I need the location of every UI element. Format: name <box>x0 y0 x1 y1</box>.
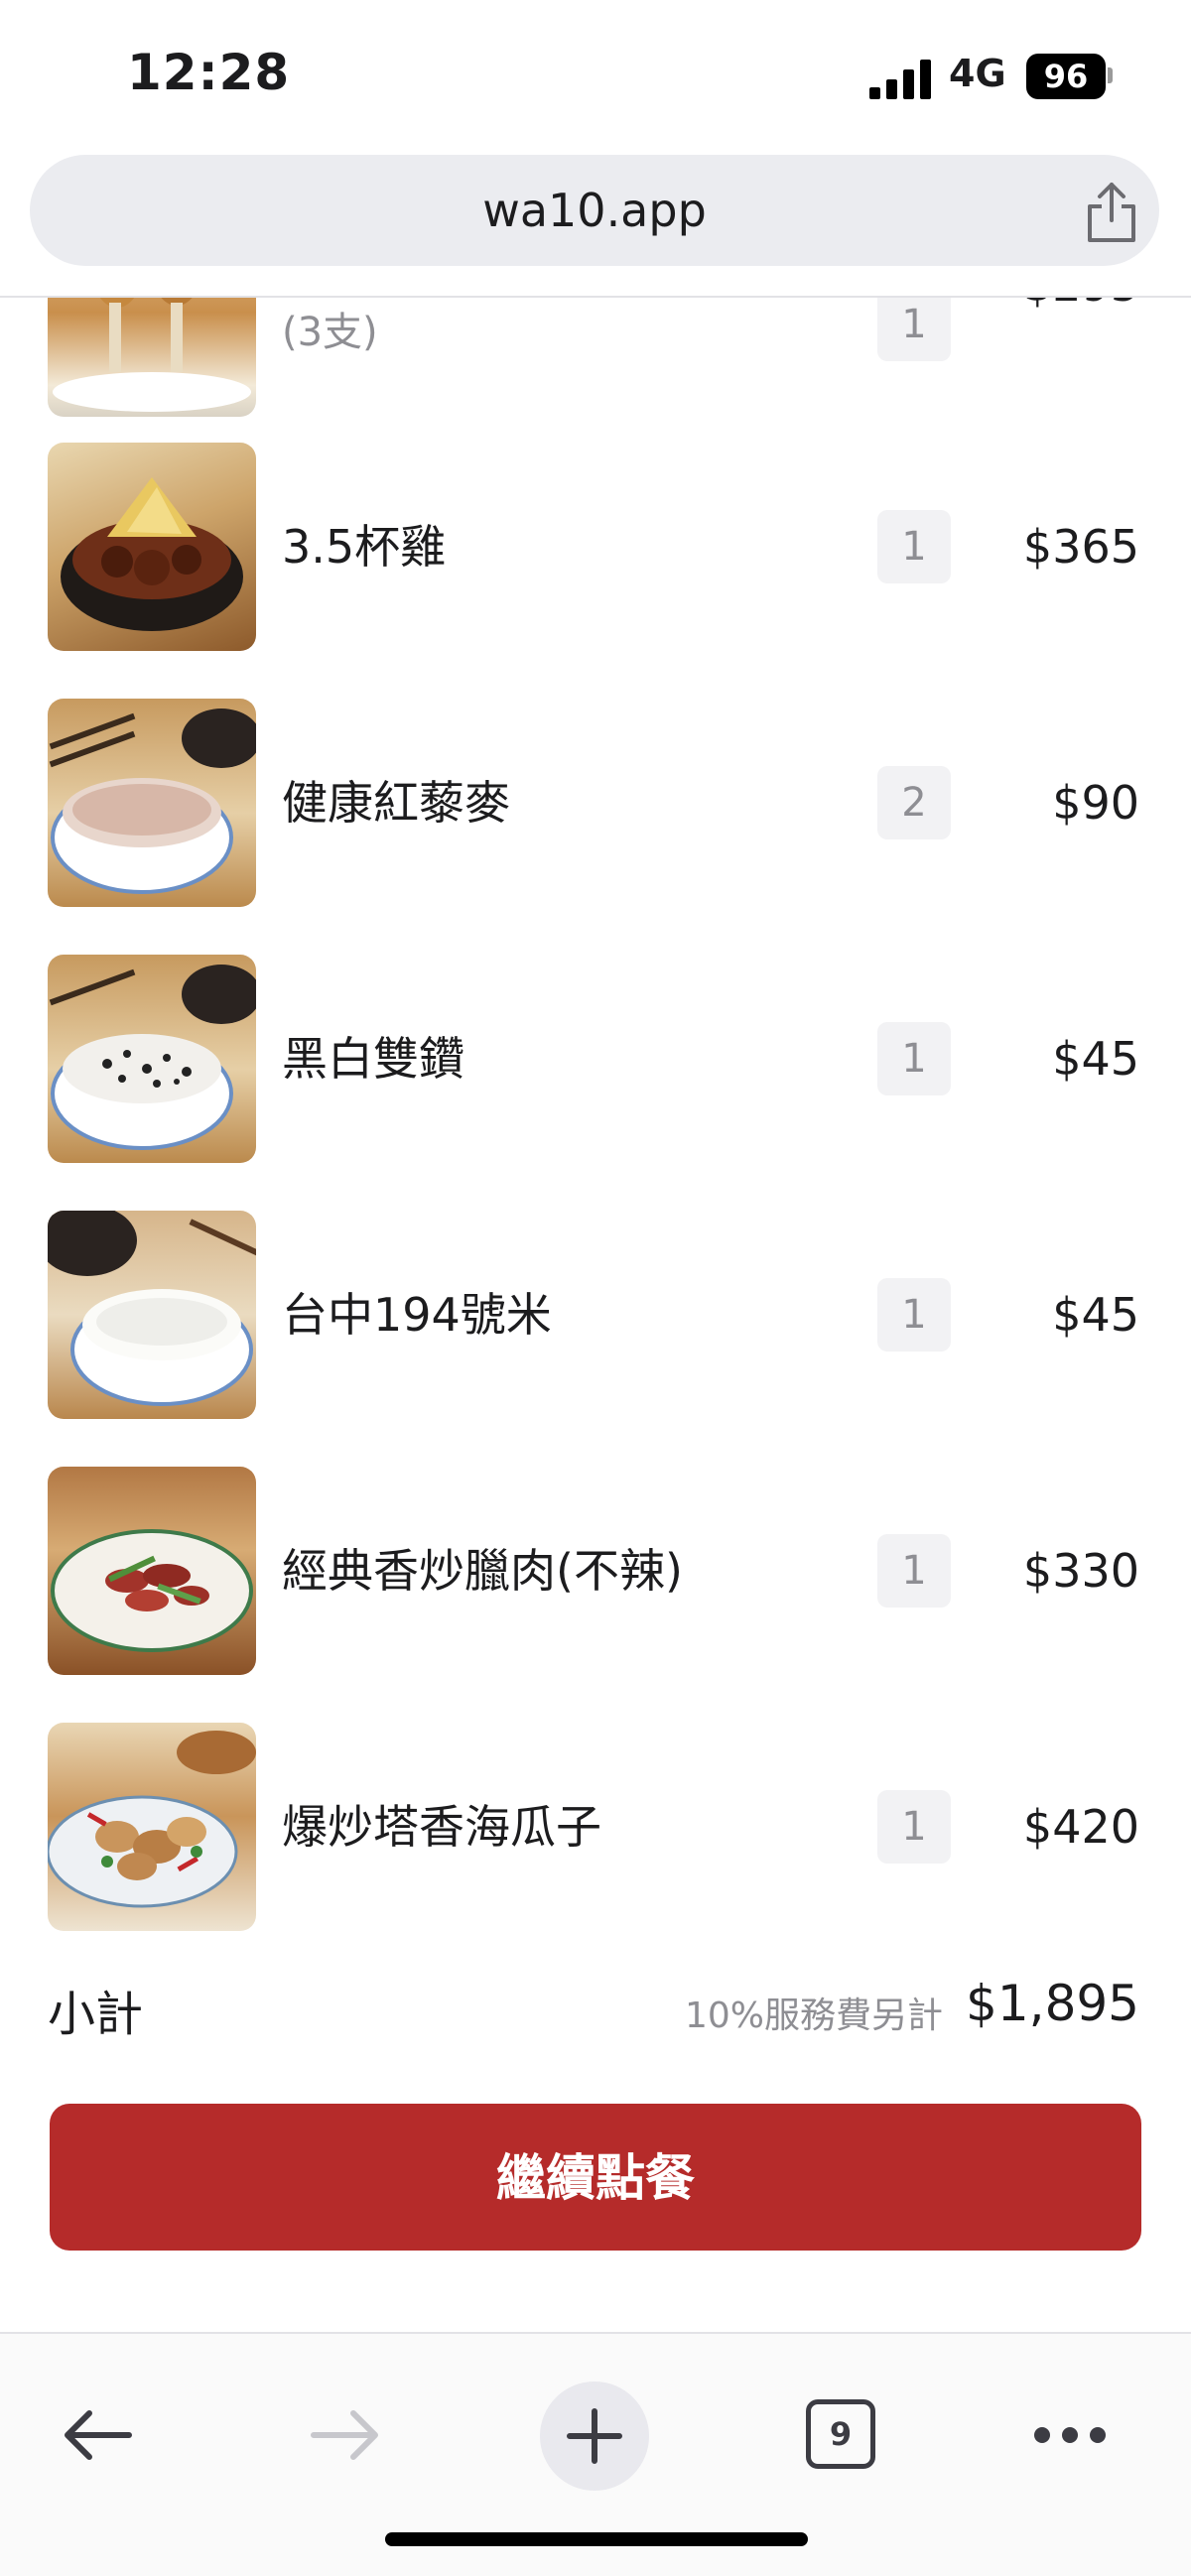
item-name: 3.5杯雞 <box>282 520 447 574</box>
status-time: 12:28 <box>127 44 291 101</box>
item-photo-grilled-skewer <box>48 298 256 417</box>
item-name: 爆炒塔香海瓜子 <box>282 1800 601 1854</box>
continue-ordering-button[interactable]: 繼續點餐 <box>50 2104 1141 2251</box>
item-name: 台中194號米 <box>282 1288 552 1342</box>
signal-icon <box>869 60 931 99</box>
address-bar[interactable]: wa10.app <box>30 155 1159 266</box>
item-price: $330 <box>1022 1544 1139 1598</box>
item-quantity[interactable]: 1 <box>877 1534 951 1608</box>
item-price: $90 <box>1052 776 1139 830</box>
cart-item[interactable]: 爆炒塔香海瓜子 1 $420 <box>0 1723 1191 1931</box>
home-indicator <box>385 2532 808 2546</box>
status-bar: 12:28 4G 96 <box>0 0 1191 149</box>
forward-arrow-icon[interactable] <box>310 2405 381 2465</box>
item-name: 健康紅藜麥 <box>282 776 510 830</box>
cart-item[interactable]: 黑白雙鑽 1 $45 <box>0 955 1191 1163</box>
item-price: $365 <box>1022 520 1139 574</box>
item-name: 黑白雙鑽 <box>282 1032 464 1086</box>
tabs-icon[interactable]: 9 <box>806 2399 875 2469</box>
item-photo-black-white-rice <box>48 955 256 1163</box>
item-quantity[interactable]: 1 <box>877 298 951 361</box>
more-icon[interactable] <box>1032 2425 1108 2445</box>
item-quantity[interactable]: 1 <box>877 1790 951 1864</box>
item-quantity[interactable]: 1 <box>877 510 951 583</box>
cart-item[interactable]: 經典香炒臘肉(不辣) 1 $330 <box>0 1467 1191 1675</box>
item-name: 經典香炒臘肉(不辣) <box>282 1544 683 1598</box>
cart-item[interactable]: 健康紅藜麥 2 $90 <box>0 699 1191 907</box>
item-price: $45 <box>1052 1288 1139 1342</box>
item-photo-cured-pork <box>48 1467 256 1675</box>
item-quantity[interactable]: 1 <box>877 1278 951 1352</box>
url-text[interactable]: wa10.app <box>30 155 1159 266</box>
item-price: $45 <box>1052 1032 1139 1086</box>
item-photo-white-rice <box>48 1211 256 1419</box>
item-photo-red-quinoa <box>48 699 256 907</box>
battery-level: 96 <box>1026 54 1106 99</box>
subtotal-value: $1,895 <box>966 1975 1139 2032</box>
item-name: (3支) <box>282 310 378 355</box>
back-arrow-icon[interactable] <box>62 2405 133 2465</box>
item-photo-basil-clams <box>48 1723 256 1931</box>
cart-item[interactable]: 3.5杯雞 1 $365 <box>0 443 1191 651</box>
subtotal-label: 小計 <box>48 1987 144 2042</box>
battery-tip <box>1108 67 1113 83</box>
cart-item[interactable]: 1 $295 (3支) <box>0 298 1191 417</box>
share-icon[interactable] <box>1082 181 1141 244</box>
service-charge-note: 10%服務費另計 <box>685 1996 944 2036</box>
item-price: $420 <box>1022 1800 1139 1854</box>
new-tab-button[interactable] <box>540 2382 649 2491</box>
cart-item[interactable]: 台中194號米 1 $45 <box>0 1211 1191 1419</box>
item-price: $295 <box>1023 298 1139 389</box>
item-photo-three-cup-chicken <box>48 443 256 651</box>
item-quantity[interactable]: 2 <box>877 766 951 839</box>
item-quantity[interactable]: 1 <box>877 1022 951 1095</box>
new-tab-plus-icon <box>567 2408 622 2464</box>
network-type: 4G <box>949 52 1006 95</box>
